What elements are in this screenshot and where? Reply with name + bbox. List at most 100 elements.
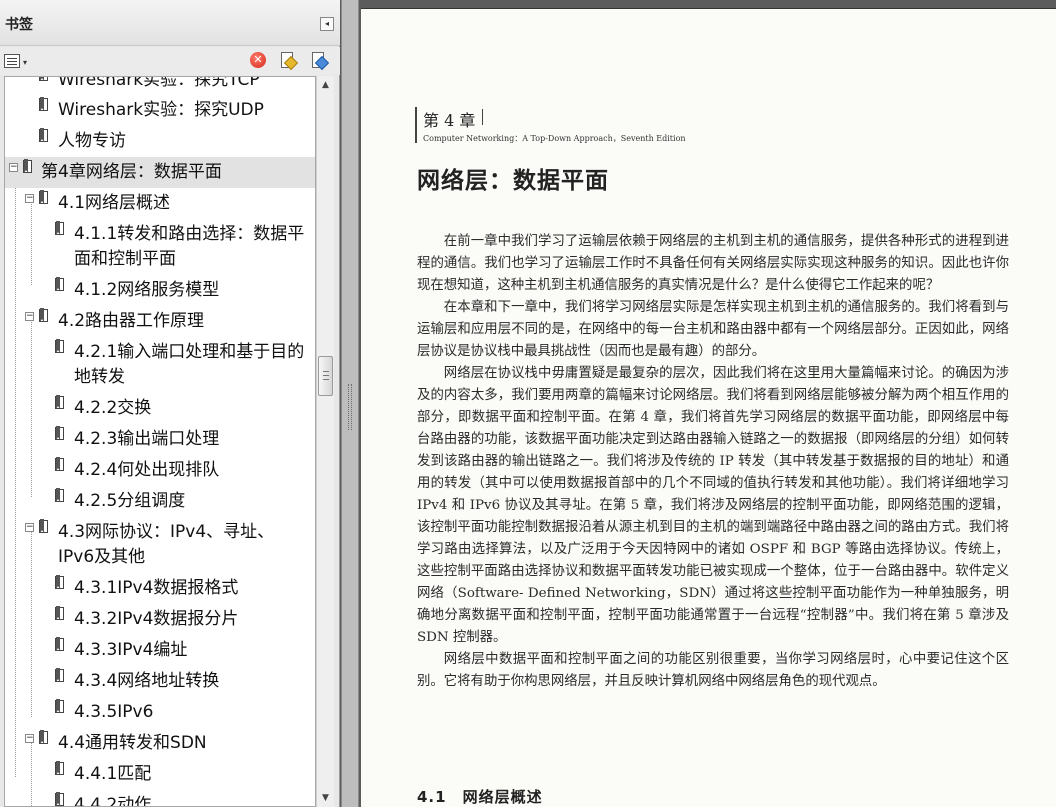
collapse-toggle-icon[interactable]: − [25, 312, 34, 321]
bookmark-label: 4.3.2IPv4数据报分片 [74, 609, 239, 629]
bookmark-icon [55, 339, 66, 357]
panel-splitter[interactable] [341, 0, 359, 807]
scroll-down-arrow-icon[interactable]: ▼ [317, 789, 334, 807]
bookmark-item[interactable]: 4.1.2网络服务模型 [5, 275, 315, 306]
bookmark-icon [55, 457, 66, 475]
bookmark-item[interactable]: 4.4.1匹配 [5, 759, 315, 790]
bookmark-label-continued: IPv6及其他 [58, 547, 146, 567]
bookmark-icon [55, 575, 66, 593]
panel-title: 书签 [5, 17, 33, 33]
bookmark-icon [39, 97, 50, 115]
delete-icon: ✕ [250, 52, 266, 68]
bookmark-item[interactable]: Wireshark实验：探究TCP [5, 77, 315, 96]
bookmark-label: 4.4通用转发和SDN [58, 733, 207, 753]
bookmark-item[interactable]: Wireshark实验：探究UDP [5, 95, 315, 126]
bookmark-icon [55, 488, 66, 506]
bookmark-item[interactable]: 4.3.3IPv4编址 [5, 635, 315, 666]
bookmark-label: 4.2.4何处出现排队 [74, 460, 220, 480]
splitter-grip[interactable] [348, 384, 352, 430]
bookmark-tree: Wireshark实验：探究TCP Wireshark实验：探究UDP 人物专访 − 第… [4, 76, 316, 807]
new-bookmark-icon [280, 52, 299, 71]
bookmark-label: 人物专访 [58, 131, 126, 151]
bookmark-label: 4.4.2动作 [74, 795, 152, 807]
panel-header: 书签 ◂ [0, 0, 340, 46]
bookmark-icon [55, 668, 66, 686]
bookmark-icon [39, 730, 50, 748]
bookmark-icon [39, 190, 50, 208]
bookmark-label: 第4章网络层：数据平面 [41, 162, 222, 182]
bookmark-scrollbar[interactable]: ▲ ▼ [316, 76, 334, 807]
chapter-rule [415, 107, 417, 143]
bookmark-icon [55, 792, 66, 806]
bookmark-icon [23, 159, 34, 177]
bookmark-icon [55, 395, 66, 413]
bookmark-label: 4.2.5分组调度 [74, 491, 186, 511]
bookmark-icon [55, 426, 66, 444]
section-heading: 4.1 网络层概述 [417, 788, 543, 806]
bookmark-item[interactable]: 4.3.5IPv6 [5, 697, 315, 728]
bookmark-label: 4.2.2交换 [74, 398, 152, 418]
bookmark-label: 4.4.1匹配 [74, 764, 152, 784]
bookmark-label-continued: 面和控制平面 [74, 249, 176, 269]
bookmark-item[interactable]: 4.2.3输出端口处理 [5, 424, 315, 455]
bookmark-icon [39, 519, 50, 537]
expand-bookmark-button[interactable] [311, 52, 330, 71]
new-bookmark-button[interactable] [280, 52, 299, 71]
bookmark-icon [55, 221, 66, 239]
bookmark-icon [55, 699, 66, 717]
bookmark-item[interactable]: 4.4.2动作 [5, 790, 315, 807]
chapter-label: 第 4 章 [423, 111, 476, 130]
bookmark-label: 4.3.3IPv4编址 [74, 640, 188, 660]
bookmark-icon [39, 77, 50, 85]
paragraph: 网络层中数据平面和控制平面之间的功能区别很重要，当你学习网络层时，心中要记住这个… [417, 652, 1009, 689]
bookmark-icon [55, 637, 66, 655]
bookmark-item[interactable]: − 4.4通用转发和SDN [5, 728, 315, 759]
collapse-panel-button[interactable]: ◂ [320, 17, 334, 31]
bookmark-item[interactable]: 4.2.1输入端口处理和基于目的 地转发 [5, 337, 315, 393]
bookmark-item[interactable]: 人物专访 [5, 126, 315, 157]
document-page: 第 4 章 Computer Networking：A Top-Down App… [361, 8, 1056, 807]
bookmark-label: 4.1.2网络服务模型 [74, 280, 220, 300]
options-menu-button[interactable]: ▾ [4, 52, 32, 70]
bookmark-label: Wireshark实验：探究UDP [58, 100, 264, 120]
bookmark-label-continued: 地转发 [74, 367, 125, 387]
options-icon [4, 54, 20, 68]
bookmark-label: 4.3.1IPv4数据报格式 [74, 578, 239, 598]
bookmark-item[interactable]: 4.1.1转发和路由选择：数据平 面和控制平面 [5, 219, 315, 275]
book-subtitle: Computer Networking：A Top-Down Approach，… [423, 134, 686, 143]
bookmark-item[interactable]: 4.2.5分组调度 [5, 486, 315, 517]
bookmark-item[interactable]: − 4.3网际协议：IPv4、寻址、 IPv6及其他 [5, 517, 315, 573]
bookmark-item[interactable]: 4.2.2交换 [5, 393, 315, 424]
collapse-toggle-icon[interactable]: − [25, 734, 34, 743]
delete-bookmark-button[interactable]: ✕ [250, 52, 268, 70]
collapse-toggle-icon[interactable]: − [9, 163, 18, 172]
bookmark-item[interactable]: − 4.2路由器工作原理 [5, 306, 315, 337]
expand-bookmark-icon [311, 52, 330, 71]
bookmarks-panel: 书签 ◂ ▾ ✕ Wireshark实验：探究TCP Wireshark实验：探究… [0, 0, 340, 807]
bookmark-item[interactable]: − 第4章网络层：数据平面 [5, 157, 315, 188]
collapse-toggle-icon[interactable]: − [25, 194, 34, 203]
bookmark-label: 4.3.5IPv6 [74, 702, 154, 722]
body-text: 在前一章中我们学习了运输层依赖于网络层的主机到主机的通信服务，提供各种形式的进程… [417, 231, 1009, 693]
bookmark-label: 4.2.1输入端口处理和基于目的 [74, 342, 305, 362]
bookmark-label: 4.2路由器工作原理 [58, 311, 205, 331]
paragraph: 在本章和下一章中，我们将学习网络层实际是怎样实现主机到主机的通信服务的。我们将看… [417, 300, 1009, 359]
bookmark-item[interactable]: 4.3.4网络地址转换 [5, 666, 315, 697]
dropdown-arrow-icon: ▾ [23, 58, 28, 67]
bookmark-item[interactable]: 4.2.4何处出现排队 [5, 455, 315, 486]
bookmark-item[interactable]: − 4.1网络层概述 [5, 188, 315, 219]
bookmark-icon [55, 277, 66, 295]
scroll-thumb[interactable] [318, 356, 333, 396]
chapter-tick [482, 109, 483, 125]
bookmark-item[interactable]: 4.3.1IPv4数据报格式 [5, 573, 315, 604]
collapse-toggle-icon[interactable]: − [25, 523, 34, 532]
bookmark-icon [39, 128, 50, 146]
bookmark-icon [39, 308, 50, 326]
bookmark-label: 4.3.4网络地址转换 [74, 671, 220, 691]
paragraph: 在前一章中我们学习了运输层依赖于网络层的主机到主机的通信服务，提供各种形式的进程… [417, 234, 1009, 293]
chapter-title: 网络层：数据平面 [417, 167, 609, 194]
paragraph: 网络层在协议栈中毋庸置疑是最复杂的层次，因此我们将在这里用大量篇幅来讨论。的确因… [417, 366, 1009, 645]
bookmark-item[interactable]: 4.3.2IPv4数据报分片 [5, 604, 315, 635]
bookmark-label: 4.1.1转发和路由选择：数据平 [74, 224, 305, 244]
scroll-up-arrow-icon[interactable]: ▲ [317, 76, 334, 94]
